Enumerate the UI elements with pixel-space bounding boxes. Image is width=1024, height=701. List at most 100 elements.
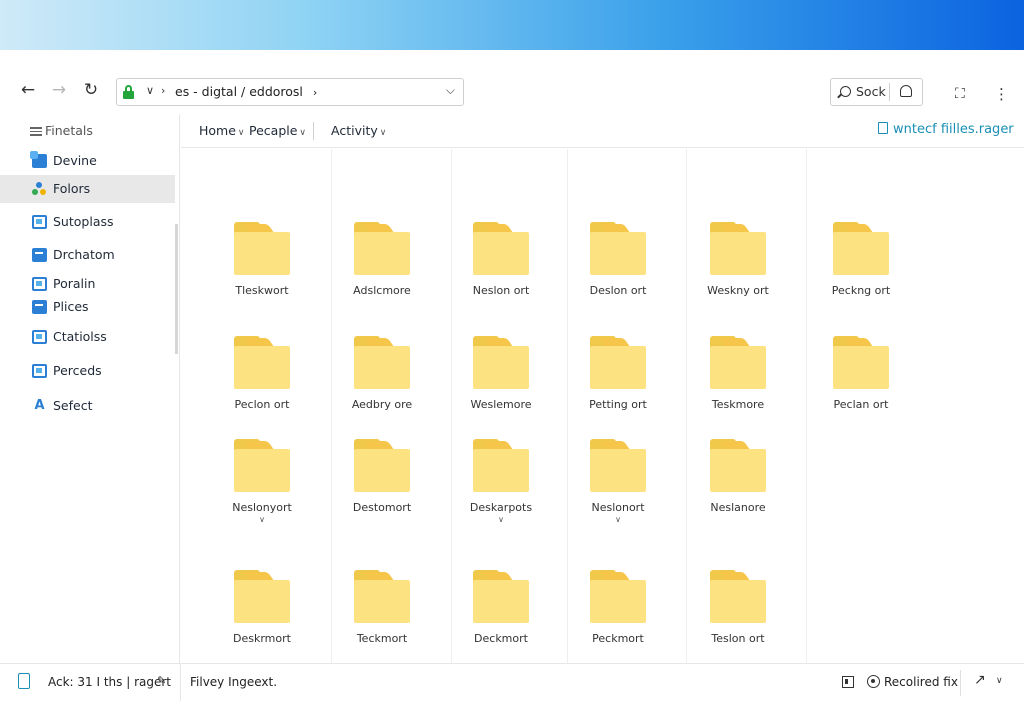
sidebar-item-plices[interactable]: Plices (0, 293, 175, 321)
folder-item[interactable]: Deskrmort (207, 570, 317, 660)
sidebar-item-sutoplass[interactable]: Sutoplass (0, 208, 175, 236)
folder-label: Aedbry ore (351, 398, 413, 411)
toolbar: Home ∨ Pecaple ∨ Activity ∨ wntecf fiilles.… (181, 114, 1024, 148)
address-row: ← → ↻ ∨ › es - digtal / eddorosl › ⌵ Soc… (0, 68, 1024, 114)
folder-item[interactable]: Teskmore (683, 336, 793, 426)
folder-icon (473, 336, 529, 390)
folder-item[interactable]: Neslonort ∨ (563, 439, 673, 529)
search-label: Sock (856, 84, 886, 99)
folder-item[interactable]: Peclan ort (806, 336, 916, 426)
folder-label: Neslanore (710, 501, 766, 514)
folder-item[interactable]: Adslcmore (327, 222, 437, 312)
address-path-text: es - digtal / eddorosl (175, 84, 303, 99)
refresh-button[interactable]: ↻ (79, 78, 103, 102)
address-bar[interactable]: ∨ › es - digtal / eddorosl › ⌵ (116, 78, 464, 106)
sidebar-item-folors[interactable]: Folors (0, 175, 175, 203)
more-options-icon[interactable]: ⋮ (994, 85, 1009, 103)
people-label: Pecaple (249, 123, 298, 138)
home-label: Home (199, 123, 236, 138)
folder-label: Neslonort (591, 501, 645, 514)
hamburger-icon[interactable] (30, 125, 42, 137)
folder-item[interactable]: Tleskwort (207, 222, 317, 312)
home-menu[interactable]: Home ∨ (199, 123, 245, 138)
title-gradient-bar (0, 0, 1024, 50)
folder-icon (710, 222, 766, 276)
folder-icon (354, 336, 410, 390)
activity-menu[interactable]: Activity ∨ (331, 123, 386, 138)
folder-item[interactable]: Teslon ort (683, 570, 793, 660)
files-manager-label: wntecf fiilles.rager (893, 122, 1014, 137)
lock-icon (123, 85, 134, 99)
folder-label: Teslon ort (711, 632, 765, 645)
sidebar-item-ctatiolss[interactable]: Ctatiolss (0, 323, 175, 351)
folder-item[interactable]: Peckmort (563, 570, 673, 660)
folder-icon (234, 570, 290, 624)
folder-label: Peclon ort (234, 398, 290, 411)
folder-icon (590, 439, 646, 493)
sidebar-item-sefect[interactable]: A Sefect (0, 392, 175, 420)
sidebar-scrollbar[interactable] (175, 224, 178, 354)
address-path-chevron: › (312, 86, 318, 99)
folder-icon (354, 570, 410, 624)
status-divider (180, 664, 181, 701)
view-icon[interactable] (842, 676, 854, 688)
doc-icon (32, 364, 47, 378)
share-arrow-icon[interactable]: ↗ (974, 672, 986, 688)
people-menu[interactable]: Pecaple ∨ (249, 123, 306, 138)
files-manager-link[interactable]: wntecf fiilles.rager (878, 122, 1014, 137)
edit-icon[interactable]: ✎ (157, 674, 166, 687)
folder-icon (473, 222, 529, 276)
chevron-down-icon[interactable]: ∨ (996, 676, 1003, 686)
chevron-down-icon[interactable]: ∨ (207, 515, 317, 524)
folder-icon (473, 570, 529, 624)
folder-item[interactable]: Destomort (327, 439, 437, 529)
back-button[interactable]: ← (16, 78, 40, 102)
folder-icon (234, 336, 290, 390)
folder-label: Peckng ort (831, 284, 891, 297)
folder-item[interactable]: Weskny ort (683, 222, 793, 312)
sidebar-item-label: Poralin (53, 276, 96, 291)
folder-item[interactable]: Peckng ort (806, 222, 916, 312)
folder-label: Neslonyort (232, 501, 292, 514)
folder-label: Destomort (352, 501, 412, 514)
folder-item[interactable]: Neslonyort ∨ (207, 439, 317, 529)
address-path[interactable]: es - digtal / eddorosl › (175, 84, 317, 99)
folder-item[interactable]: Petting ort (563, 336, 673, 426)
folder-item[interactable]: Teckmort (327, 570, 437, 660)
sidebar-item-label: Folors (53, 181, 91, 196)
folder-item[interactable]: Deslon ort (563, 222, 673, 312)
folder-icon (473, 439, 529, 493)
clipboard-icon[interactable] (18, 673, 30, 689)
folder-label: Teckmort (356, 632, 408, 645)
document-icon (878, 122, 888, 134)
folder-icon (354, 439, 410, 493)
folder-grid: Tleskwort Adslcmore Neslon ort Deslon ort We… (181, 149, 1024, 663)
folder-item[interactable]: Deskarpots ∨ (446, 439, 556, 529)
forward-button[interactable]: → (47, 78, 71, 102)
settings-icon[interactable] (867, 675, 880, 688)
folder-item[interactable]: Deckmort (446, 570, 556, 660)
address-dropdown-icon[interactable]: ⌵ (446, 83, 455, 98)
folder-item[interactable]: Weslemore (446, 336, 556, 426)
address-chevron-down[interactable]: ∨ (146, 84, 154, 97)
status-right-text[interactable]: Recolired fix (884, 675, 958, 689)
chevron-down-icon[interactable]: ∨ (563, 515, 673, 524)
status-bar: Ack: 31 I ths | ragert ✎ Filvey Ingeext.… (0, 663, 1024, 701)
sidebar-item-drchatom[interactable]: Drchatom (0, 241, 175, 269)
folder-label: Petting ort (589, 398, 647, 411)
folder-item[interactable]: Aedbry ore (327, 336, 437, 426)
status-left-text: Ack: 31 I ths | ragert (48, 675, 171, 689)
status-mid-text: Filvey Ingeext. (190, 675, 278, 689)
search-box[interactable]: Sock (830, 78, 923, 106)
folder-item[interactable]: Neslon ort (446, 222, 556, 312)
folder-item[interactable]: Neslanore (683, 439, 793, 529)
filter-icon[interactable]: ⛶ (955, 86, 965, 102)
chevron-down-icon[interactable]: ∨ (446, 515, 556, 524)
bell-icon[interactable] (900, 85, 912, 97)
folder-item[interactable]: Peclon ort (207, 336, 317, 426)
sidebar-item-perceds[interactable]: Perceds (0, 357, 175, 385)
folder-icon (710, 439, 766, 493)
letter-a-icon: A (34, 398, 45, 413)
sidebar-item-devine[interactable]: Devine (0, 147, 175, 175)
address-chevron-right[interactable]: › (161, 84, 165, 97)
